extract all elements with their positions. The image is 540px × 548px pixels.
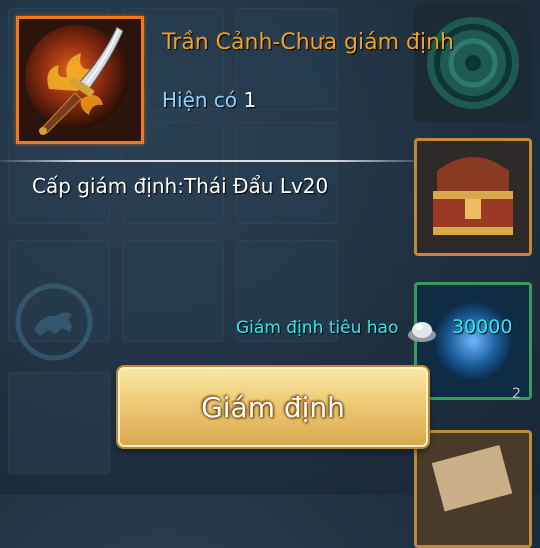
horse-emblem-icon (15, 283, 93, 361)
inventory-cell (122, 240, 224, 342)
owned-count-line: Hiện có 1 (162, 88, 256, 112)
divider (0, 160, 414, 162)
identify-button[interactable]: Giám định (118, 367, 428, 447)
treasure-chest-icon (417, 141, 529, 253)
silver-ingot-icon (408, 322, 436, 342)
item-icon-frame[interactable] (16, 16, 144, 144)
slot-quantity: 2 (512, 386, 521, 402)
inventory-slot-jade-orb[interactable] (414, 4, 532, 122)
inventory-slot-treasure-chest[interactable] (414, 138, 532, 256)
inventory-cell (236, 122, 338, 224)
jade-orb-icon (427, 17, 519, 109)
item-name: Trần Cảnh-Chưa giám định (162, 30, 455, 55)
flaming-sword-icon (19, 19, 141, 141)
identify-requirement: Cấp giám định:Thái Đẩu Lv20 (32, 174, 329, 198)
inventory-cell (8, 372, 110, 474)
cost-label: Giám định tiêu hao (236, 318, 399, 338)
scroll-icon (417, 433, 529, 545)
identify-button-label: Giám định (201, 390, 345, 424)
cost-value: 30000 (452, 316, 513, 338)
inventory-slot-scroll[interactable] (414, 430, 532, 548)
owned-count: 1 (243, 88, 257, 112)
owned-label: Hiện có (162, 88, 238, 112)
